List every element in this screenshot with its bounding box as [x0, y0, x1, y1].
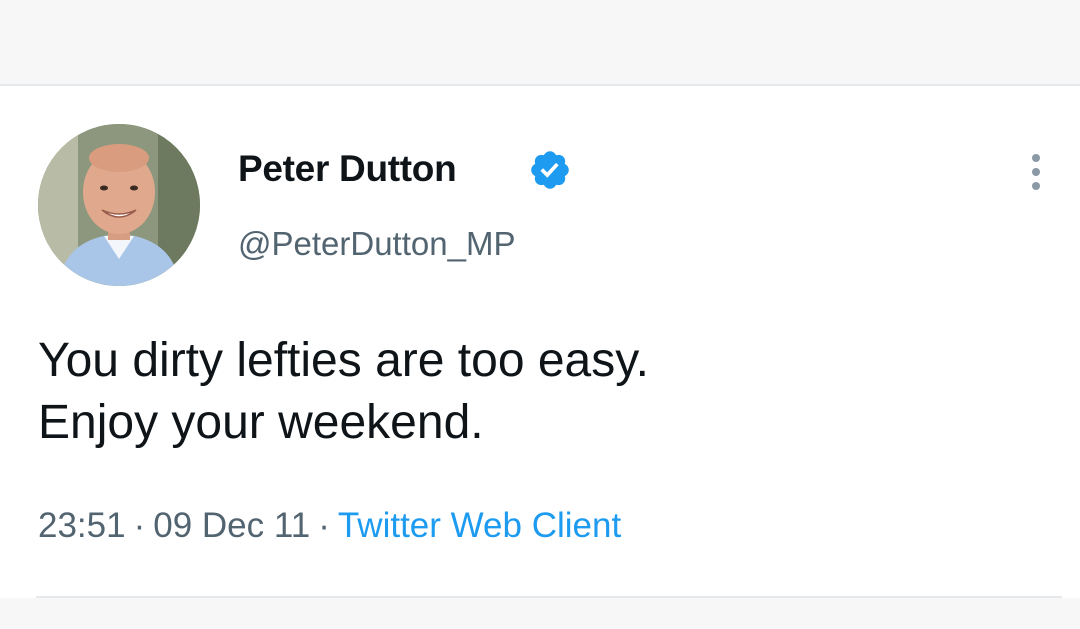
avatar[interactable] — [38, 124, 200, 286]
author-display-name[interactable]: Peter Dutton — [238, 148, 457, 190]
tweet-time[interactable]: 23:51 — [38, 506, 126, 545]
tweet-screenshot: Peter Dutton @PeterDutton_MP You dirty l… — [0, 0, 1080, 629]
profile-photo-icon — [38, 124, 200, 286]
header-band — [0, 0, 1080, 86]
more-options-icon[interactable] — [1024, 150, 1048, 194]
meta-separator: · — [318, 506, 330, 545]
more-dot — [1032, 182, 1040, 190]
tweet-source-link[interactable]: Twitter Web Client — [338, 506, 621, 545]
more-dot — [1032, 168, 1040, 176]
tweet-text-line: You dirty lefties are too easy. — [38, 334, 650, 387]
footer-band — [0, 598, 1080, 629]
more-dot — [1032, 154, 1040, 162]
meta-separator: · — [133, 506, 146, 545]
tweet-meta: 23:51 · 09 Dec 11 · Twitter Web Client — [38, 506, 621, 546]
author-handle[interactable]: @PeterDutton_MP — [238, 225, 515, 263]
tweet-text-line: Enjoy your weekend. — [38, 396, 484, 449]
verified-badge-icon — [531, 151, 569, 189]
tweet-text: You dirty lefties are too easy. Enjoy yo… — [38, 330, 1038, 454]
tweet-date[interactable]: 09 Dec 11 — [153, 506, 310, 545]
